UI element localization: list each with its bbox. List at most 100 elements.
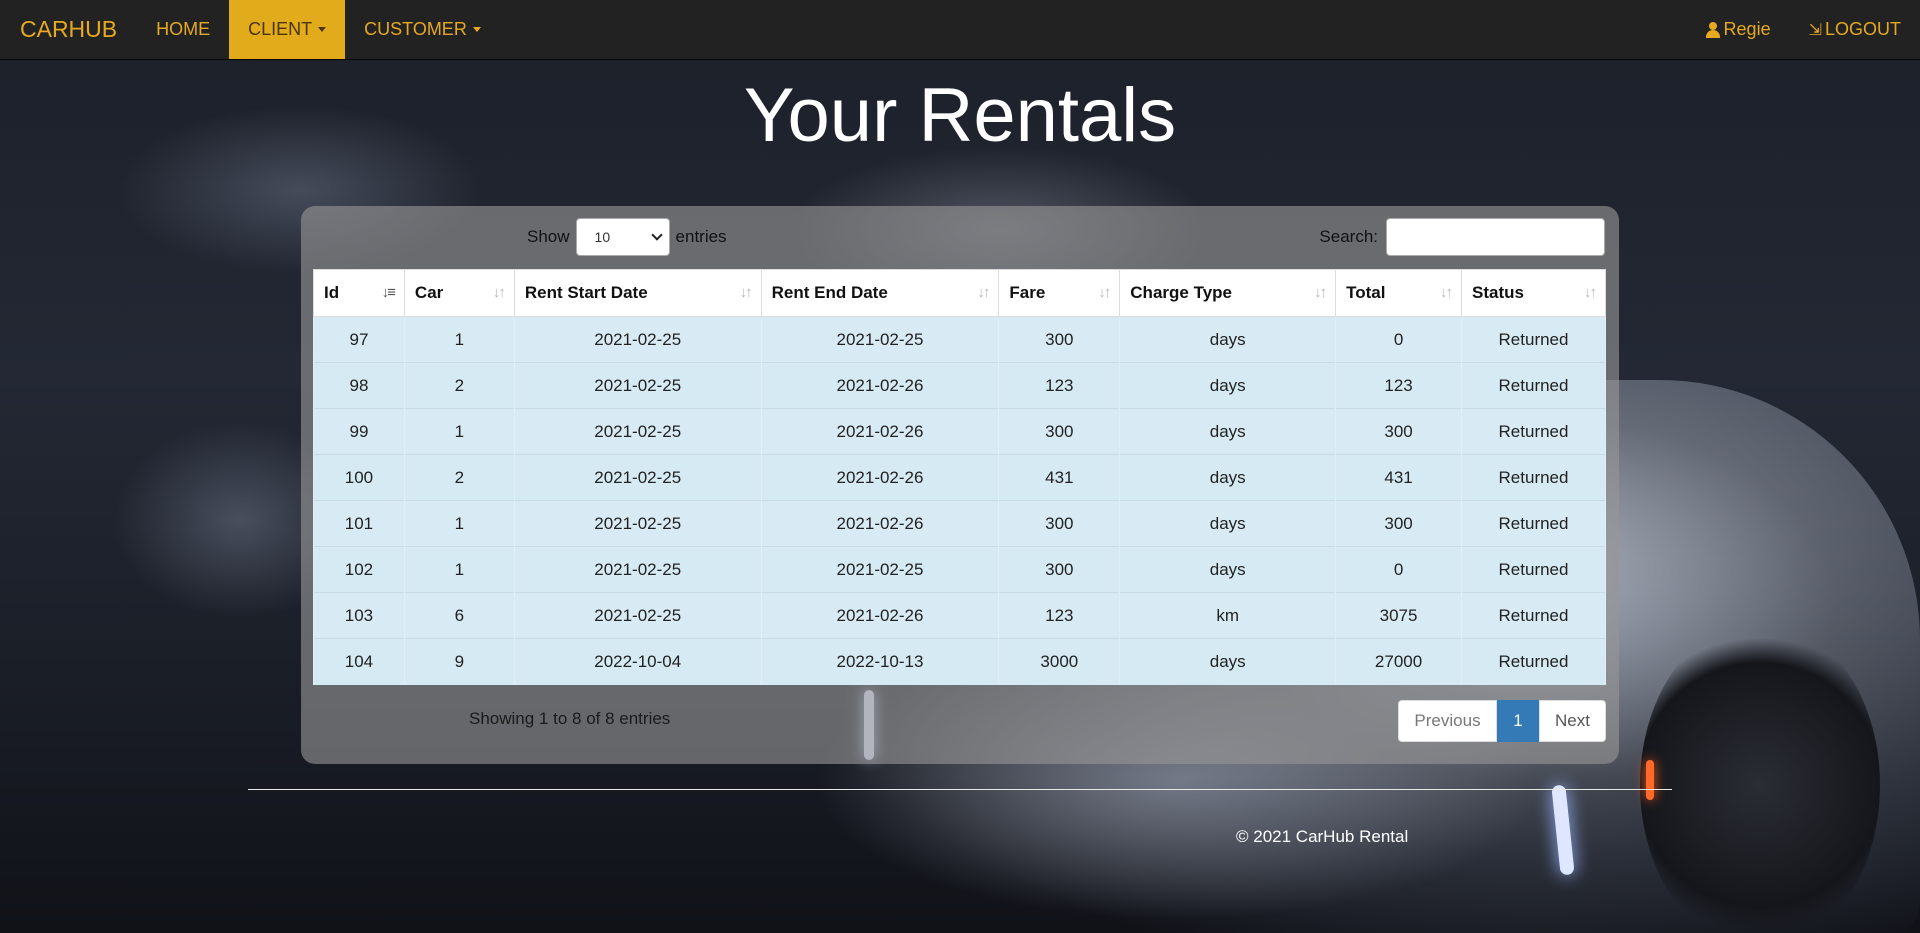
nav-client-label: CLIENT [248,19,313,39]
search-label: Search: [1319,227,1378,246]
col-header-id[interactable]: Id ↓≡ [313,269,405,317]
table-cell: 27000 [1335,638,1463,685]
table-cell: 0 [1335,316,1463,363]
car-wheel [1640,620,1880,933]
col-header-label: Charge Type [1130,283,1232,302]
table-cell: days [1119,546,1337,593]
col-header-status[interactable]: Status ↓↑ [1461,269,1606,317]
search-input[interactable] [1386,218,1605,256]
table-cell: days [1119,638,1337,685]
chevron-down-icon [650,229,663,241]
entries-label: entries [675,227,727,246]
table-cell: 0 [1335,546,1463,593]
table-cell: Returned [1461,592,1606,639]
table-cell: 2021-02-26 [760,454,1000,501]
table-cell: 300 [998,408,1121,455]
table-cell: 2021-02-26 [760,500,1000,547]
table-cell: 104 [313,638,405,685]
sort-icon: ↓↑ [1440,284,1453,301]
col-header-total[interactable]: Total ↓↑ [1335,269,1463,317]
table-info: Showing 1 to 8 of 8 entries [469,709,671,728]
page-1-button[interactable]: 1 [1497,700,1539,742]
table-cell: 1 [403,316,515,363]
col-header-label: Rent End Date [771,283,888,302]
sort-icon: ↓↑ [739,284,753,301]
caret-down-icon [318,27,327,32]
nav-client-dropdown[interactable]: CLIENT [229,0,346,59]
table-row: 104 9 2022-10-04 2022-10-13 3000 days 27000 Ret… [313,638,1606,685]
table-cell: 3075 [1335,592,1463,639]
table-cell: Returned [1461,454,1606,501]
sort-icon: ↓↑ [1314,284,1327,301]
table-cell: 98 [313,362,405,409]
col-header-label: Total [1346,283,1386,302]
table-cell: 2021-02-25 [760,546,1000,593]
previous-page-button[interactable]: Previous [1398,700,1497,742]
col-header-label: Fare [1009,283,1046,302]
table-row: 98 2 2021-02-25 2021-02-26 123 days 123 Returne… [313,362,1606,409]
page-title: Your Rentals [743,73,1177,158]
sort-icon: ↓↑ [977,284,990,301]
col-header-car[interactable]: Car ↓↑ [403,269,515,317]
table-cell: days [1119,408,1337,455]
col-header-fare[interactable]: Fare ↓↑ [998,269,1121,317]
table-cell: 99 [313,408,405,455]
taillight [1646,760,1654,800]
table-cell: 2021-02-26 [760,362,1000,409]
entries-select[interactable]: 10 [575,218,670,256]
nav-logout[interactable]: ⇲ LOGOUT [1790,0,1920,59]
col-header-label: Car [414,283,444,302]
table-cell: 1 [403,546,515,593]
user-name: Regie [1723,19,1771,39]
table-cell: 2021-02-25 [760,316,1000,363]
table-cell: days [1119,454,1337,501]
table-cell: 101 [313,500,405,547]
col-header-label: Status [1472,283,1524,302]
table-cell: 9 [403,638,515,685]
table-row: 101 1 2021-02-25 2021-02-26 300 days 300 Return… [313,500,1606,547]
search-control: Search: [1319,218,1605,256]
table-row: 97 1 2021-02-25 2021-02-25 300 days 0 Returned [313,316,1606,363]
table-cell: 103 [313,592,405,639]
table-row: 100 2 2021-02-25 2021-02-26 431 days 431 Return… [313,454,1606,501]
sort-icon: ↓↑ [1584,284,1597,301]
table-row: 103 6 2021-02-25 2021-02-26 123 km 3075 Returne… [313,592,1606,639]
table-cell: days [1119,362,1337,409]
nav-home-label: HOME [156,19,211,39]
table-cell: days [1119,500,1337,547]
table-cell: 2021-02-25 [513,316,762,363]
table-cell: 3000 [998,638,1121,685]
nav-user[interactable]: Regie [1687,0,1790,59]
nav-customer-dropdown[interactable]: CUSTOMER [345,0,500,59]
table-cell: 300 [998,316,1121,363]
table-cell: 431 [998,454,1121,501]
table-cell: 300 [1335,408,1463,455]
table-cell: 2021-02-26 [760,592,1000,639]
next-page-button[interactable]: Next [1539,700,1606,742]
col-header-rent-end[interactable]: Rent End Date ↓↑ [760,269,1000,317]
table-cell: 300 [1335,500,1463,547]
entries-length-control: Show 10 entries [527,218,727,256]
logout-label: LOGOUT [1824,19,1901,39]
table-cell: Returned [1461,638,1606,685]
table-cell: 431 [1335,454,1463,501]
col-header-label: Id [324,283,340,302]
table-cell: 2022-10-13 [760,638,1000,685]
table-cell: 1 [403,500,515,547]
nav-home[interactable]: HOME [137,0,229,59]
col-header-rent-start[interactable]: Rent Start Date ↓↑ [513,269,762,317]
caret-down-icon [472,27,481,32]
table-header-row: Id ↓≡ Car ↓↑ Rent Start Date ↓↑ Rent End Da… [313,269,1606,317]
footer-copyright: © 2021 CarHub Rental [1236,827,1409,846]
col-header-label: Rent Start Date [524,283,648,302]
sort-icon: ↓↑ [492,284,506,301]
table-cell: 2 [403,454,515,501]
table-cell: Returned [1461,408,1606,455]
footer-divider [248,789,1672,790]
col-header-charge-type[interactable]: Charge Type ↓↑ [1119,269,1337,317]
rentals-table: Id ↓≡ Car ↓↑ Rent Start Date ↓↑ Rent End Da… [313,269,1606,685]
table-cell: 123 [1335,362,1463,409]
brand-link[interactable]: CARHUB [0,0,137,59]
rentals-panel: Show 10 entries Search: Id ↓≡ Car ↓↑ Rent … [301,206,1619,764]
sort-icon: ↓↑ [1098,284,1111,301]
